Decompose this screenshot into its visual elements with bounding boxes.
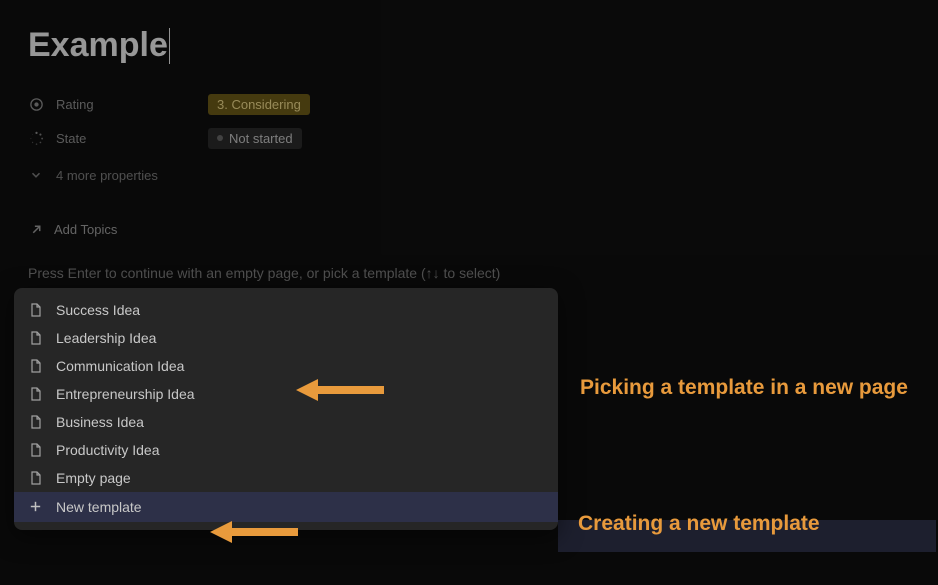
template-label: Empty page bbox=[56, 470, 131, 486]
new-template-label: New template bbox=[56, 499, 142, 515]
property-state[interactable]: State Not started bbox=[28, 121, 910, 155]
annotation-creating: Creating a new template bbox=[578, 510, 908, 538]
spinner-icon bbox=[28, 130, 44, 146]
template-label: Success Idea bbox=[56, 302, 140, 318]
page-icon bbox=[28, 302, 44, 318]
template-label: Productivity Idea bbox=[56, 442, 160, 458]
add-topics-label: Add Topics bbox=[54, 222, 117, 237]
template-instruction: Press Enter to continue with an empty pa… bbox=[28, 265, 910, 281]
target-icon bbox=[28, 96, 44, 112]
page-icon bbox=[28, 414, 44, 430]
plus-icon bbox=[28, 499, 44, 515]
page-icon bbox=[28, 358, 44, 374]
page-icon bbox=[28, 470, 44, 486]
template-label: Leadership Idea bbox=[56, 330, 156, 346]
annotation-picking: Picking a template in a new page bbox=[580, 374, 910, 402]
property-rating[interactable]: Rating 3. Considering bbox=[28, 87, 910, 121]
more-properties-label: 4 more properties bbox=[56, 168, 158, 183]
page-icon bbox=[28, 330, 44, 346]
template-item-entrepreneurship-idea[interactable]: Entrepreneurship Idea bbox=[14, 380, 558, 408]
annotation-arrow-1 bbox=[296, 376, 386, 404]
property-label: Rating bbox=[56, 97, 196, 112]
template-label: Business Idea bbox=[56, 414, 144, 430]
annotation-arrow-2 bbox=[210, 518, 300, 546]
add-topics-button[interactable]: Add Topics bbox=[28, 215, 910, 243]
template-item-business-idea[interactable]: Business Idea bbox=[14, 408, 558, 436]
page-icon bbox=[28, 386, 44, 402]
template-item-productivity-idea[interactable]: Productivity Idea bbox=[14, 436, 558, 464]
page-title[interactable]: Example bbox=[28, 26, 168, 65]
more-properties-toggle[interactable]: 4 more properties bbox=[28, 161, 910, 189]
state-value: Not started bbox=[229, 131, 293, 146]
template-picker-popup: Success Idea Leadership Idea Communicati… bbox=[14, 288, 558, 530]
chevron-down-icon bbox=[28, 167, 44, 183]
state-dot-icon bbox=[217, 135, 223, 141]
rating-badge[interactable]: 3. Considering bbox=[208, 94, 310, 115]
template-item-success-idea[interactable]: Success Idea bbox=[14, 296, 558, 324]
template-item-empty-page[interactable]: Empty page bbox=[14, 464, 558, 492]
page-icon bbox=[28, 442, 44, 458]
template-label: Entrepreneurship Idea bbox=[56, 386, 195, 402]
template-label: Communication Idea bbox=[56, 358, 184, 374]
property-label: State bbox=[56, 131, 196, 146]
template-item-leadership-idea[interactable]: Leadership Idea bbox=[14, 324, 558, 352]
state-badge[interactable]: Not started bbox=[208, 128, 302, 149]
template-item-communication-idea[interactable]: Communication Idea bbox=[14, 352, 558, 380]
arrow-up-right-icon bbox=[28, 221, 44, 237]
